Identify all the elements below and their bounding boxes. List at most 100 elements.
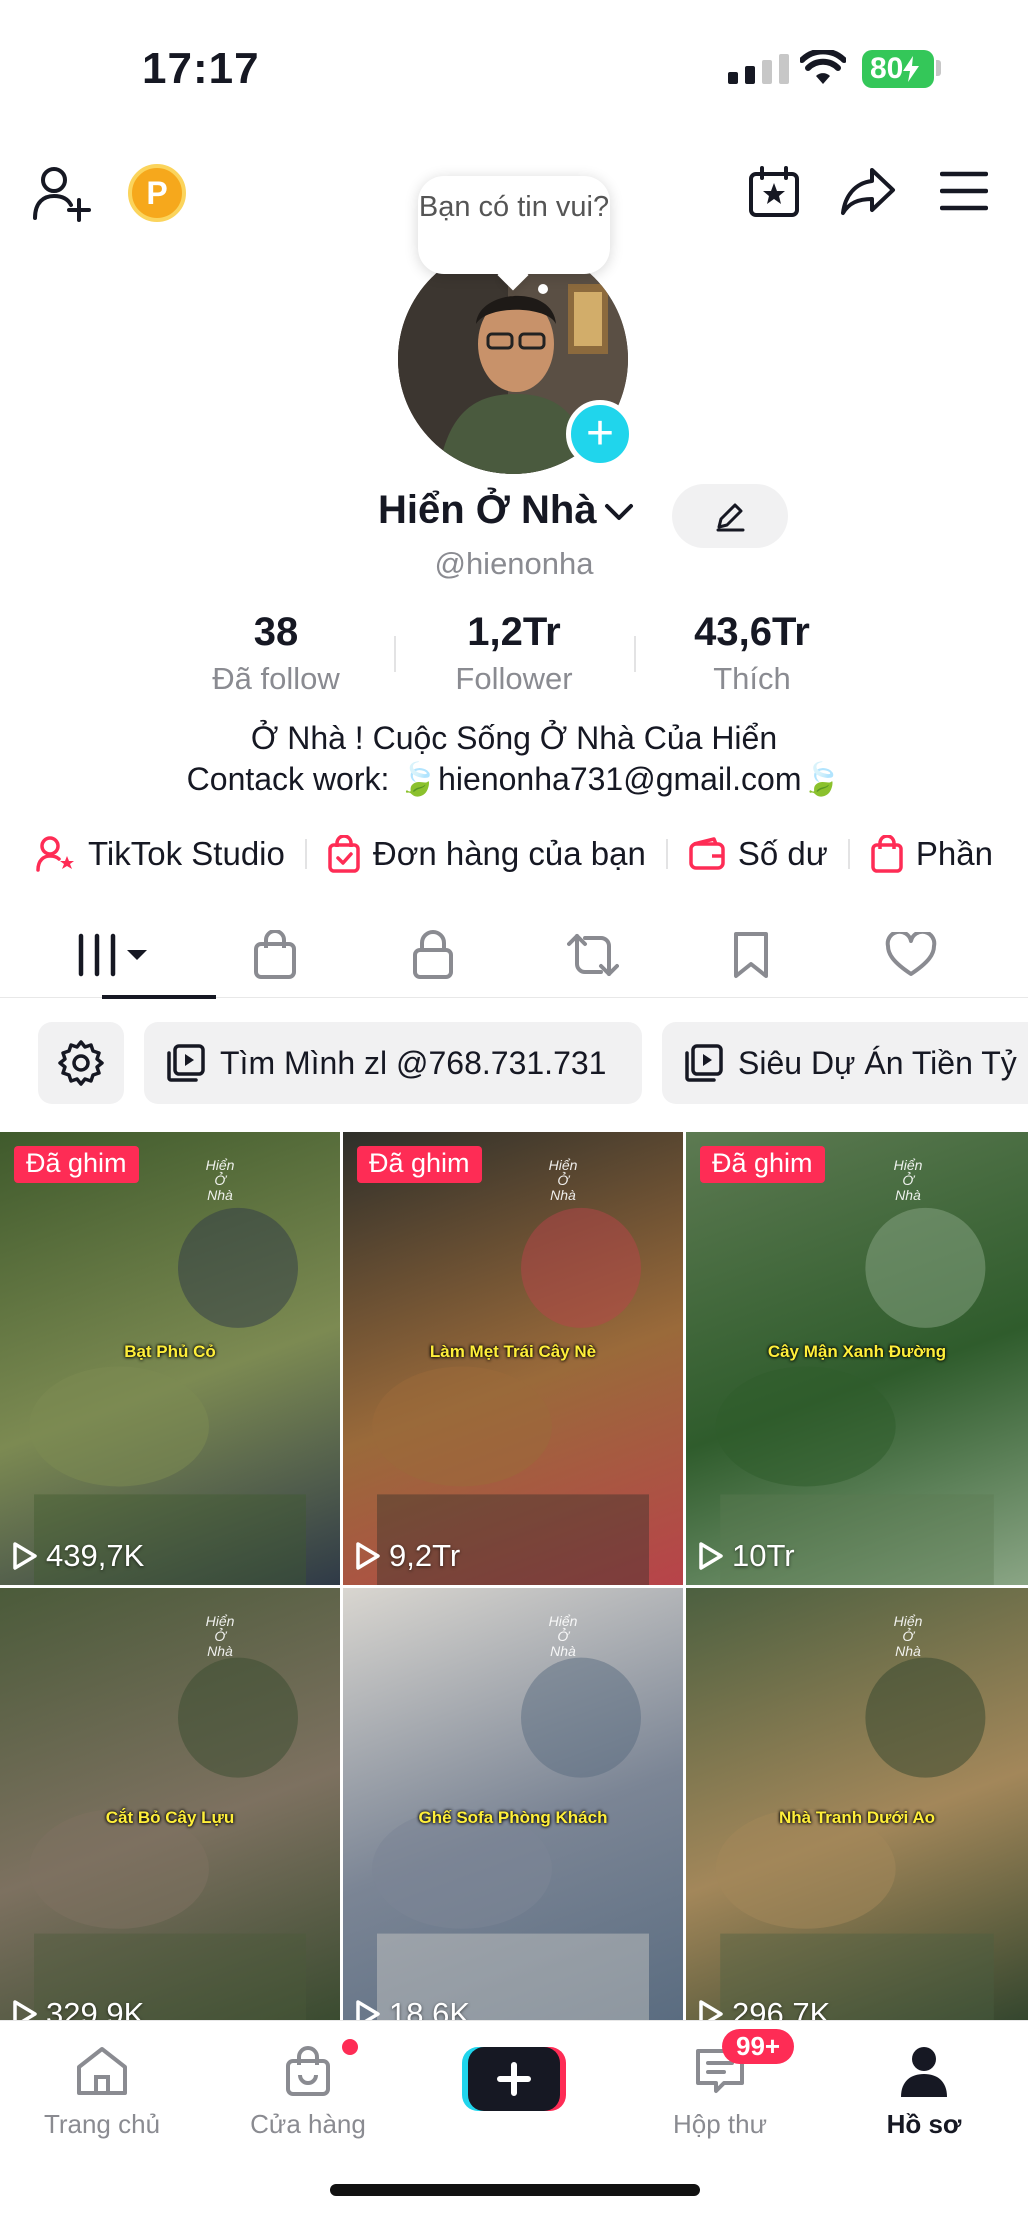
pinned-badge: Đã ghim bbox=[700, 1146, 825, 1183]
plus-icon bbox=[462, 2047, 566, 2111]
shopping-bag-icon bbox=[871, 835, 903, 873]
tab-private[interactable] bbox=[358, 912, 508, 998]
bio-line[interactable]: Contack work: 🍃hienonha731@gmail.com🍃 bbox=[0, 760, 1028, 798]
nav-home[interactable]: Trang chủ bbox=[12, 2039, 192, 2140]
status-time: 17:17 bbox=[142, 44, 260, 93]
divider bbox=[847, 839, 850, 869]
bookmark-icon bbox=[734, 932, 768, 978]
video-thumbnail bbox=[29, 1657, 306, 2020]
creator-star-icon bbox=[36, 836, 74, 872]
status-prompt-bubble[interactable]: Bạn có tin vui? bbox=[418, 176, 610, 274]
wallet-icon bbox=[689, 837, 725, 870]
video-grid-icon bbox=[78, 933, 147, 977]
view-count-value: 439,7K bbox=[46, 1538, 145, 1573]
battery-level: 80 bbox=[870, 52, 904, 85]
play-icon bbox=[356, 2000, 380, 2020]
balance-link[interactable]: Số dư bbox=[688, 835, 828, 873]
chevron-down-icon[interactable] bbox=[604, 502, 634, 522]
view-count-value: 296,7K bbox=[732, 1996, 831, 2020]
video-tile[interactable]: Đã ghim Hiển Ở Nhà Bạt Phủ Cỏ 439,7K bbox=[0, 1132, 340, 1585]
video-tile[interactable]: Hiển Ở Nhà Ghế Sofa Phòng Khách 18,6K bbox=[343, 1588, 683, 2020]
active-tab-indicator bbox=[102, 995, 216, 999]
nav-label: Hộp thư bbox=[672, 2109, 767, 2139]
tab-reposts[interactable] bbox=[518, 912, 668, 998]
stat-following[interactable]: 38 Đã follow bbox=[188, 610, 364, 697]
video-tile[interactable]: Đã ghim Hiển Ở Nhà Làm Mẹt Trái Cây Nè 9,2T… bbox=[343, 1132, 683, 1585]
video-caption: Cắt Bỏ Cây Lựu bbox=[105, 1808, 235, 1827]
video-tile[interactable]: Hiển Ở Nhà Nhà Tranh Dưới Ao 296,7K bbox=[686, 1588, 1028, 2020]
bio-line: Ở Nhà ! Cuộc Sống Ở Nhà Của Hiển bbox=[250, 720, 778, 756]
playlist-chip[interactable]: Siêu Dự Án Tiền Tỷ bbox=[662, 1022, 1028, 1104]
view-count: 10Tr bbox=[698, 1538, 795, 1574]
nav-label: Trang chủ bbox=[43, 2109, 161, 2139]
view-count-value: 10Tr bbox=[732, 1538, 795, 1573]
video-watermark: Hiển Ở Nhà bbox=[893, 1613, 923, 1659]
add-friend-icon[interactable] bbox=[32, 164, 94, 222]
profile-name: Hiển Ở Nhà bbox=[378, 488, 597, 532]
tab-shop[interactable] bbox=[200, 912, 350, 998]
shopping-bag-check-icon bbox=[328, 835, 360, 873]
inbox-badge: 99+ bbox=[722, 2029, 795, 2064]
wifi-icon bbox=[800, 50, 846, 84]
stat-value: 43,6Tr bbox=[694, 610, 810, 654]
video-caption: Làm Mẹt Trái Cây Nè bbox=[429, 1342, 597, 1361]
view-count: 329,9K bbox=[12, 1996, 144, 2020]
stat-label: Thích bbox=[713, 661, 791, 696]
view-count-value: 329,9K bbox=[46, 1996, 145, 2020]
video-thumbnail bbox=[372, 1657, 649, 2020]
playlist-icon bbox=[685, 1044, 723, 1082]
playlist-chip-label: Siêu Dự Án Tiền Tỷ bbox=[738, 1044, 1017, 1081]
divider bbox=[665, 839, 668, 869]
playlist-chip-label: Tìm Mình zl @768.731.731 bbox=[220, 1044, 607, 1081]
play-icon bbox=[699, 1542, 723, 1570]
stat-label: Follower bbox=[455, 661, 573, 696]
nav-profile[interactable]: Hồ sơ bbox=[834, 2039, 1014, 2140]
tiktok-studio-link[interactable]: TikTok Studio bbox=[36, 835, 285, 873]
add-avatar-button[interactable]: + bbox=[566, 400, 634, 468]
play-icon bbox=[356, 1542, 380, 1570]
home-icon bbox=[77, 2047, 127, 2095]
menu-icon[interactable] bbox=[940, 170, 988, 212]
nav-label: Cửa hàng bbox=[250, 2109, 366, 2139]
playlist-chip[interactable]: Tìm Mình zl @768.731.731 bbox=[144, 1022, 642, 1104]
calendar-star-icon[interactable] bbox=[748, 166, 800, 218]
profile-icon bbox=[901, 2047, 947, 2097]
video-thumbnail bbox=[715, 1657, 994, 2020]
stat-label: Đã follow bbox=[212, 661, 340, 696]
gear-icon bbox=[58, 1040, 104, 1086]
video-caption: Bạt Phủ Cỏ bbox=[124, 1342, 216, 1361]
view-count: 439,7K bbox=[12, 1538, 144, 1574]
heart-icon bbox=[885, 932, 937, 976]
playlist-settings-button[interactable] bbox=[38, 1022, 124, 1104]
tab-videos[interactable] bbox=[42, 912, 216, 999]
charging-bolt-icon bbox=[903, 56, 920, 82]
tab-liked[interactable] bbox=[836, 912, 986, 998]
pinned-badge: Đã ghim bbox=[14, 1146, 139, 1183]
showcase-link[interactable]: Phần bbox=[870, 835, 993, 873]
quick-link-label: Đơn hàng của bạn bbox=[372, 835, 646, 872]
nav-inbox[interactable]: 99+ Hộp thư bbox=[630, 2029, 810, 2140]
video-tile[interactable]: Hiển Ở Nhà Cắt Bỏ Cây Lựu 329,9K bbox=[0, 1588, 340, 2020]
stat-divider bbox=[634, 636, 636, 672]
status-bar: 17:17 80 bbox=[0, 0, 1028, 140]
quick-link-label: TikTok Studio bbox=[88, 835, 285, 872]
home-indicator bbox=[330, 2184, 700, 2196]
stat-likes[interactable]: 43,6Tr Thích bbox=[664, 610, 840, 697]
video-watermark: Hiển Ở Nhà bbox=[893, 1157, 923, 1203]
video-watermark: Hiển Ở Nhà bbox=[548, 1157, 578, 1203]
cellular-signal-icon bbox=[728, 54, 789, 84]
video-caption: Nhà Tranh Dưới Ao bbox=[779, 1808, 935, 1827]
quick-links: TikTok Studio Đơn hàng của bạn Số dư Phầ… bbox=[36, 826, 993, 882]
orders-link[interactable]: Đơn hàng của bạn bbox=[327, 835, 646, 873]
video-tile[interactable]: Đã ghim Hiển Ở Nhà Cây Mận Xanh Đường 10Tr bbox=[686, 1132, 1028, 1585]
share-icon[interactable] bbox=[840, 166, 896, 216]
create-button[interactable] bbox=[462, 2047, 566, 2111]
nav-shop[interactable]: Cửa hàng bbox=[218, 2039, 398, 2140]
tab-favorites[interactable] bbox=[676, 912, 826, 998]
coins-icon[interactable]: P bbox=[128, 164, 186, 222]
notification-dot bbox=[342, 2039, 358, 2055]
edit-profile-button[interactable] bbox=[672, 484, 788, 548]
view-count: 18,6K bbox=[355, 1996, 470, 2020]
quick-link-label: Phần bbox=[915, 835, 993, 872]
stat-followers[interactable]: 1,2Tr Follower bbox=[424, 610, 604, 697]
